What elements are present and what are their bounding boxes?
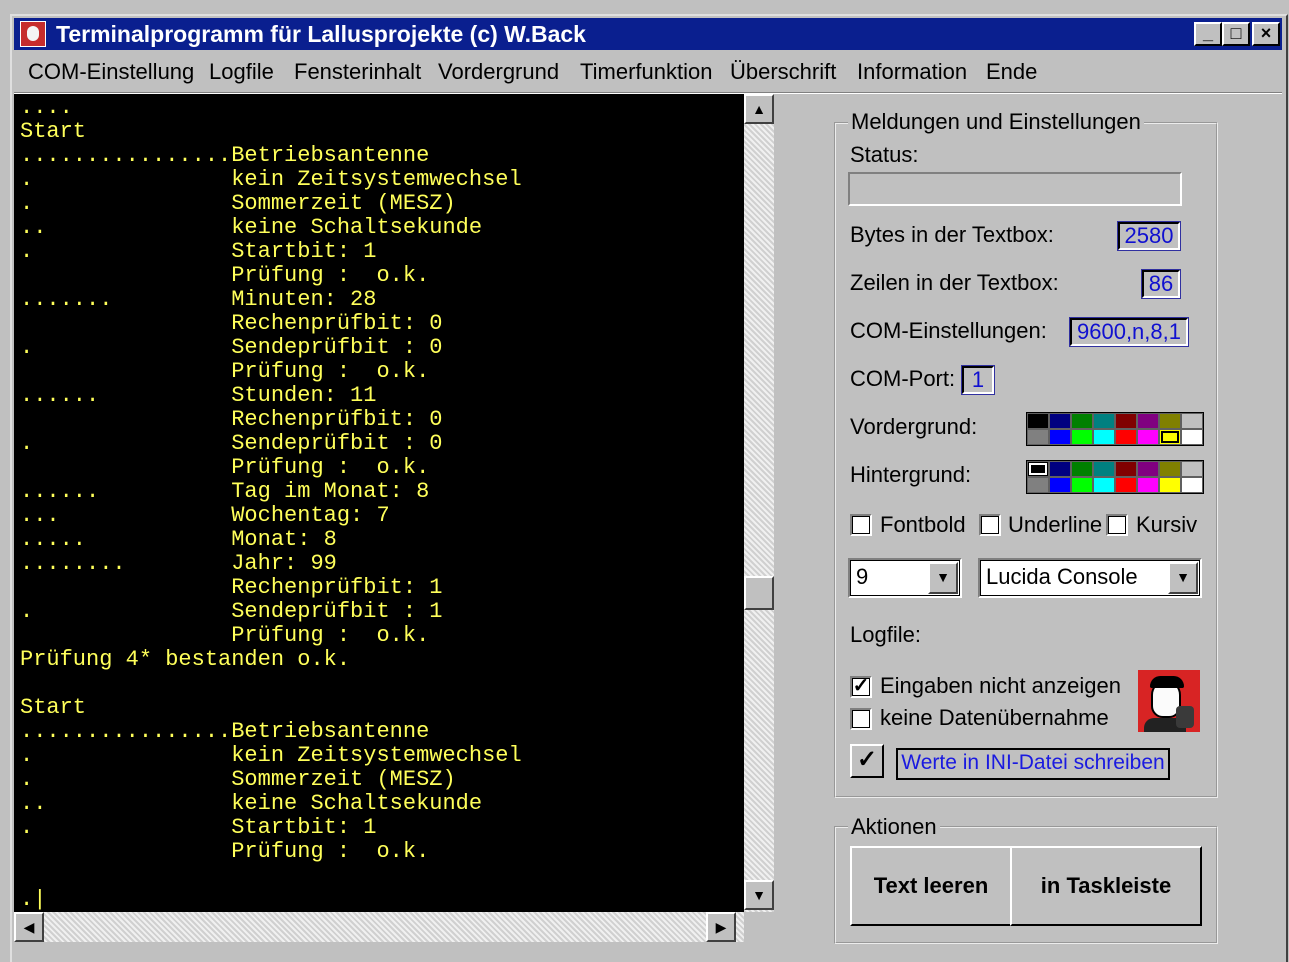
palette-swatch[interactable] [1115,477,1137,493]
menu-information[interactable]: Information [857,59,967,85]
fontbold-label: Fontbold [880,512,966,537]
palette-swatch[interactable] [1137,461,1159,477]
palette-swatch[interactable] [1159,461,1181,477]
font-size-value: 9 [856,564,869,589]
status-label: Status: [850,142,919,167]
hide-input-label: Eingaben nicht anzeigen [880,673,1121,698]
fontbold-checkbox[interactable] [850,514,872,536]
com-port-value: 1 [961,365,995,395]
menu-timerfunktion[interactable]: Timerfunktion [580,59,712,85]
terminal-output[interactable]: .... Start ................Betriebsanten… [14,94,744,912]
clear-text-button[interactable]: Text leeren [850,846,1012,926]
font-name-dropdown-icon[interactable]: ▼ [1168,562,1198,594]
bytes-value: 2580 [1117,221,1181,251]
palette-swatch[interactable] [1093,477,1115,493]
palette-swatch[interactable] [1027,477,1049,493]
vertical-scrollbar[interactable] [744,94,774,912]
write-ini-checkbutton[interactable]: ✓ [850,744,884,778]
horizontal-scrollbar[interactable] [14,912,744,942]
palette-swatch[interactable] [1137,429,1159,445]
menu-bar: COM-Einstellung Logfile Fensterinhalt Vo… [14,54,1282,93]
menu-vordergrund[interactable]: Vordergrund [438,59,559,85]
palette-swatch[interactable] [1093,429,1115,445]
lines-value: 86 [1141,269,1181,299]
palette-swatch[interactable] [1159,477,1181,493]
palette-swatch[interactable] [1027,461,1049,477]
no-transfer-label: keine Datenübernahme [880,705,1109,730]
palette-swatch[interactable] [1115,461,1137,477]
scroll-right-button[interactable]: ▶ [706,912,736,942]
palette-swatch[interactable] [1027,413,1049,429]
scroll-down-button[interactable]: ▼ [744,880,774,910]
taskbar-button[interactable]: in Taskleiste [1010,846,1202,926]
hide-input-checkbox[interactable]: ✓ [850,676,872,698]
window-title: Terminalprogramm für Lallusprojekte (c) … [56,21,586,47]
palette-swatch[interactable] [1093,461,1115,477]
palette-swatch[interactable] [1049,477,1071,493]
menu-ueberschrift[interactable]: Überschrift [730,59,836,85]
com-settings-label: COM-Einstellungen: [850,318,1047,343]
write-ini-link[interactable]: Werte in INI-Datei schreiben [896,748,1170,780]
title-bar[interactable]: Terminalprogramm für Lallusprojekte (c) … [14,18,1282,50]
lines-label: Zeilen in der Textbox: [850,270,1059,295]
font-name-select[interactable]: Lucida Console ▼ [978,558,1202,598]
underline-label: Underline [1008,512,1103,537]
font-size-select[interactable]: 9 ▼ [848,558,962,598]
palette-swatch[interactable] [1181,413,1203,429]
palette-swatch[interactable] [1071,477,1093,493]
menu-fensterinhalt[interactable]: Fensterinhalt [294,59,421,85]
menu-logfile[interactable]: Logfile [209,59,274,85]
background-color-palette[interactable] [1026,460,1204,494]
com-port-label: COM-Port: [850,366,956,391]
underline-checkbox[interactable] [979,514,1001,536]
palette-swatch[interactable] [1115,413,1137,429]
actions-group-label: Aktionen [848,814,940,840]
palette-swatch[interactable] [1137,477,1159,493]
menu-com-einstellung[interactable]: COM-Einstellung [28,59,194,85]
italic-label: Kursiv [1136,512,1198,537]
palette-swatch[interactable] [1093,413,1115,429]
palette-swatch[interactable] [1049,461,1071,477]
settings-group-label: Meldungen und Einstellungen [848,109,1144,135]
palette-swatch[interactable] [1159,429,1181,445]
com-settings-value: 9600,n,8,1 [1069,317,1189,347]
palette-swatch[interactable] [1181,429,1203,445]
palette-swatch[interactable] [1181,477,1203,493]
logfile-label: Logfile: [850,622,921,647]
background-label: Hintergrund: [850,462,972,487]
terminal-text: .... Start ................Betriebsanten… [20,95,522,912]
minimize-button[interactable]: _ [1194,22,1222,46]
maximize-button[interactable]: □ [1222,22,1250,46]
palette-swatch[interactable] [1049,429,1071,445]
italic-checkbox[interactable] [1106,514,1128,536]
font-name-value: Lucida Console [986,564,1138,589]
palette-swatch[interactable] [1071,461,1093,477]
phone-user-avatar-icon [1138,670,1200,732]
palette-swatch[interactable] [1027,429,1049,445]
palette-swatch[interactable] [1071,413,1093,429]
palette-swatch[interactable] [1049,413,1071,429]
palette-swatch[interactable] [1137,413,1159,429]
foreground-label: Vordergrund: [850,414,978,439]
close-button[interactable]: × [1252,22,1280,46]
app-icon[interactable] [20,21,46,47]
palette-swatch[interactable] [1159,413,1181,429]
palette-swatch[interactable] [1181,461,1203,477]
no-transfer-checkbox[interactable] [850,708,872,730]
palette-swatch[interactable] [1115,429,1137,445]
font-size-dropdown-icon[interactable]: ▼ [928,562,958,594]
status-field [848,172,1182,206]
bytes-label: Bytes in der Textbox: [850,222,1054,247]
menu-ende[interactable]: Ende [986,59,1037,85]
vertical-scroll-thumb[interactable] [744,576,774,610]
scroll-left-button[interactable]: ◀ [14,912,44,942]
palette-swatch[interactable] [1071,429,1093,445]
scroll-up-button[interactable]: ▲ [744,94,774,124]
foreground-color-palette[interactable] [1026,412,1204,446]
